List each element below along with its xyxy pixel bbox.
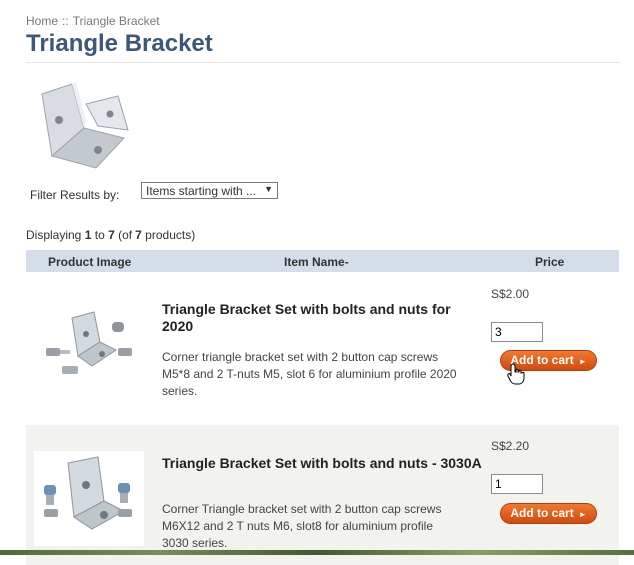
product-price: S$2.00 bbox=[491, 287, 530, 301]
title-divider bbox=[26, 62, 620, 63]
add-to-cart-label: Add to cart bbox=[510, 506, 574, 520]
product-price: S$2.20 bbox=[491, 439, 530, 453]
results-to: 7 bbox=[108, 228, 115, 242]
product-description: Corner triangle bracket set with 2 butto… bbox=[162, 350, 457, 398]
filter-dropdown[interactable]: Items starting with ... ▼ bbox=[141, 182, 278, 199]
category-image bbox=[26, 80, 131, 175]
product-row: Triangle Bracket Set with bolts and nuts… bbox=[26, 272, 619, 422]
results-from: 1 bbox=[84, 228, 92, 242]
product-image[interactable] bbox=[34, 304, 144, 399]
page-title: Triangle Bracket bbox=[26, 30, 213, 57]
results-suffix: products) bbox=[145, 228, 196, 242]
product-name-link[interactable]: Triangle Bracket Set with bolts and nuts… bbox=[162, 301, 482, 335]
product-name-link[interactable]: Triangle Bracket Set with bolts and nuts… bbox=[162, 455, 482, 472]
product-description: Corner Triangle bracket set with 2 butto… bbox=[162, 502, 442, 550]
product-row: Triangle Bracket Set with bolts and nuts… bbox=[26, 425, 619, 565]
header-item-name[interactable]: Item Name- bbox=[284, 255, 349, 269]
results-to-word: to bbox=[94, 228, 105, 242]
quantity-input[interactable] bbox=[491, 322, 543, 342]
results-of-prefix: (of bbox=[118, 228, 133, 242]
filter-selected-value: Items starting with ... bbox=[146, 184, 257, 198]
header-price[interactable]: Price bbox=[535, 255, 564, 269]
breadcrumb-current: Triangle Bracket bbox=[72, 14, 160, 28]
results-count: Displaying 1 to 7 (of 7 products) bbox=[26, 228, 195, 242]
breadcrumb-separator: :: bbox=[62, 14, 69, 28]
breadcrumb: Home:: Triangle Bracket bbox=[26, 14, 160, 28]
add-to-cart-button[interactable]: Add to cart ► bbox=[500, 503, 597, 524]
header-product-image[interactable]: Product Image bbox=[48, 255, 131, 269]
breadcrumb-home-link[interactable]: Home bbox=[26, 14, 58, 28]
results-total: 7 bbox=[135, 228, 142, 242]
arrow-right-icon: ► bbox=[578, 510, 587, 519]
background-strip bbox=[0, 550, 634, 555]
quantity-input[interactable] bbox=[491, 474, 543, 494]
hand-pointer-icon bbox=[507, 363, 525, 385]
product-table-header: Product Image Item Name- Price bbox=[26, 250, 619, 272]
product-image[interactable] bbox=[34, 451, 144, 546]
results-prefix: Displaying bbox=[26, 228, 82, 242]
chevron-down-icon: ▼ bbox=[264, 184, 273, 194]
filter-label: Filter Results by: bbox=[30, 188, 120, 202]
arrow-right-icon: ► bbox=[578, 357, 587, 366]
